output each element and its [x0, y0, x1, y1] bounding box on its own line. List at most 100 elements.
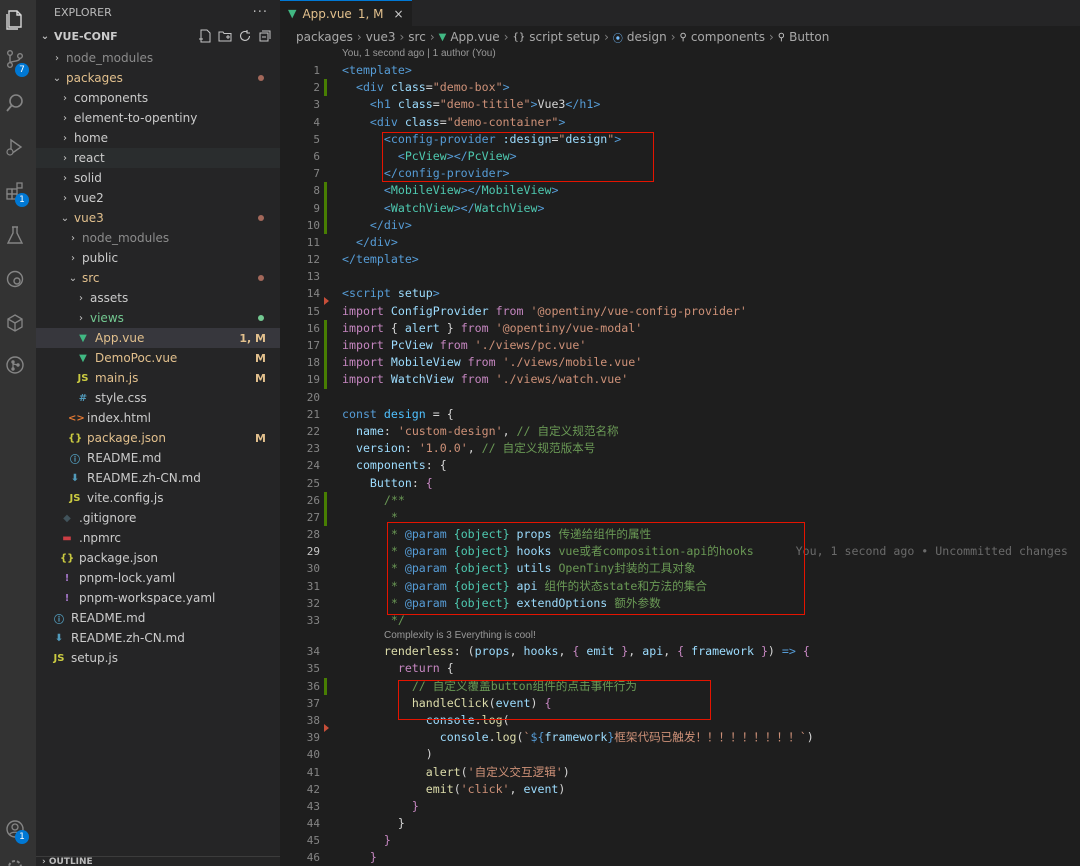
- tree-folder[interactable]: ⌄ vue3: [36, 208, 280, 228]
- tree-file[interactable]: {} package.json: [36, 548, 280, 568]
- chevron-right-icon: ›: [63, 112, 67, 124]
- code-line[interactable]: 4 <div class="demo-container">: [280, 114, 1080, 131]
- code-line[interactable]: 2 <div class="demo-box">: [280, 79, 1080, 97]
- tree-file[interactable]: ! pnpm-lock.yaml: [36, 568, 280, 588]
- breadcrumb-item[interactable]: components: [691, 30, 765, 44]
- git-graph-icon[interactable]: [4, 354, 26, 376]
- tree-folder[interactable]: › components: [36, 88, 280, 108]
- code-line[interactable]: 21 const design = {: [280, 406, 1080, 423]
- collapse-all-icon[interactable]: [258, 29, 272, 43]
- breadcrumb-item[interactable]: design: [627, 30, 667, 44]
- outline-section[interactable]: › OUTLINE: [36, 856, 280, 866]
- tree-file[interactable]: ⓘ README.md: [36, 448, 280, 468]
- line-number: 36: [306, 679, 320, 693]
- breadcrumb-item[interactable]: script setup: [529, 30, 600, 44]
- code-line[interactable]: 26 /**: [280, 491, 1080, 509]
- refresh-icon[interactable]: [238, 29, 252, 43]
- explorer-more-button[interactable]: ···: [253, 5, 268, 20]
- code-line[interactable]: 3 <h1 class="demo-titile">Vue3</h1>: [280, 96, 1080, 113]
- code-line[interactable]: 16 import { alert } from '@opentiny/vue-m…: [280, 319, 1080, 337]
- codelens-complexity[interactable]: Complexity is 3 Everything is cool!: [280, 629, 1080, 643]
- tree-folder[interactable]: › home: [36, 128, 280, 148]
- settings-gear-icon[interactable]: [4, 856, 26, 866]
- code-line[interactable]: 19 import WatchView from './views/watch.v…: [280, 371, 1080, 389]
- tree-folder[interactable]: › public: [36, 248, 280, 268]
- tree-file[interactable]: ! pnpm-workspace.yaml: [36, 588, 280, 608]
- gutter-modified-marker: [324, 677, 327, 695]
- code-line[interactable]: 17 import PcView from './views/pc.vue': [280, 337, 1080, 355]
- code-line[interactable]: 34 renderless: (props, hooks, { emit }, …: [280, 643, 1080, 660]
- tree-folder[interactable]: › react: [36, 148, 280, 168]
- code-line[interactable]: 12 </template>: [280, 251, 1080, 268]
- tree-folder[interactable]: › solid: [36, 168, 280, 188]
- tree-file[interactable]: JS setup.js: [36, 648, 280, 668]
- docker-icon[interactable]: [4, 312, 26, 334]
- code-line[interactable]: 8 <MobileView></MobileView>: [280, 182, 1080, 200]
- code-line[interactable]: 11 </div>: [280, 234, 1080, 251]
- tree-folder[interactable]: ⌄ src: [36, 268, 280, 288]
- close-icon[interactable]: ×: [393, 7, 403, 21]
- tree-file[interactable]: <> index.html: [36, 408, 280, 428]
- code-text: <WatchView></WatchView>: [383, 200, 545, 215]
- new-file-icon[interactable]: [198, 29, 212, 43]
- breadcrumb-item[interactable]: packages: [296, 30, 353, 44]
- search-icon[interactable]: [4, 92, 26, 114]
- code-line[interactable]: 41 alert('自定义交互逻辑'): [280, 764, 1080, 781]
- tree-folder[interactable]: › views: [36, 308, 280, 328]
- code-line[interactable]: 44 }: [280, 815, 1080, 832]
- breadcrumb-item[interactable]: App.vue: [450, 30, 499, 44]
- tree-folder[interactable]: › node_modules: [36, 228, 280, 248]
- tree-file[interactable]: JS main.js M: [36, 368, 280, 388]
- tab-app-vue[interactable]: ▼ App.vue 1, M ×: [280, 0, 412, 26]
- tree-file[interactable]: {} package.json M: [36, 428, 280, 448]
- tree-file[interactable]: ⬇ README.zh-CN.md: [36, 468, 280, 488]
- explorer-icon[interactable]: [4, 8, 26, 30]
- tree-file[interactable]: ⬇ README.zh-CN.md: [36, 628, 280, 648]
- code-line[interactable]: 25 Button: {: [280, 475, 1080, 492]
- remote-icon[interactable]: [4, 268, 26, 290]
- code-line[interactable]: 43 }: [280, 798, 1080, 815]
- code-view[interactable]: 1 <template> 2 <div class="demo-box"> 3 <h1…: [280, 62, 1080, 866]
- code-line[interactable]: 18 import MobileView from './views/mobile…: [280, 354, 1080, 372]
- code-line[interactable]: 23 version: '1.0.0', // 自定义规范版本号: [280, 440, 1080, 457]
- testing-icon[interactable]: [4, 224, 26, 246]
- tree-file[interactable]: JS vite.config.js: [36, 488, 280, 508]
- code-line[interactable]: 22 name: 'custom-design', // 自定义规范名称: [280, 423, 1080, 440]
- tree-file[interactable]: # style.css: [36, 388, 280, 408]
- tree-item-label: vue3: [74, 211, 104, 225]
- run-debug-icon[interactable]: [4, 136, 26, 158]
- code-line[interactable]: 24 components: {: [280, 457, 1080, 474]
- code-line[interactable]: 40 ): [280, 746, 1080, 763]
- code-line[interactable]: 42 emit('click', event): [280, 781, 1080, 798]
- code-text: ): [425, 747, 433, 762]
- code-line[interactable]: 14 <script setup>: [280, 285, 1080, 306]
- explorer-sidebar: EXPLORER ··· ⌄ VUE-CONF › node_modules ⌄ pa…: [36, 0, 280, 866]
- tree-file[interactable]: ▬ .npmrc: [36, 528, 280, 548]
- breadcrumb-item[interactable]: Button: [789, 30, 829, 44]
- chevron-right-icon: ›: [503, 30, 509, 44]
- new-folder-icon[interactable]: [218, 29, 232, 43]
- code-line[interactable]: 35 return {: [280, 660, 1080, 677]
- code-line[interactable]: 45 }: [280, 832, 1080, 849]
- code-line[interactable]: 1 <template>: [280, 62, 1080, 79]
- tree-folder[interactable]: › assets: [36, 288, 280, 308]
- code-line[interactable]: 20: [280, 389, 1080, 406]
- tree-file[interactable]: ▼ DemoPoc.vue M: [36, 348, 280, 368]
- breadcrumb-item[interactable]: src: [408, 30, 426, 44]
- tree-folder[interactable]: ⌄ packages: [36, 68, 280, 88]
- workspace-root[interactable]: ⌄ VUE-CONF: [36, 24, 280, 48]
- tree-file[interactable]: ⓘ README.md: [36, 608, 280, 628]
- breadcrumb-item[interactable]: vue3: [366, 30, 396, 44]
- code-line[interactable]: 10 </div>: [280, 216, 1080, 234]
- tree-file[interactable]: ▼ App.vue 1, M: [36, 328, 280, 348]
- tree-folder[interactable]: › node_modules: [36, 48, 280, 68]
- code-line[interactable]: 9 <WatchView></WatchView>: [280, 199, 1080, 217]
- tree-folder[interactable]: › element-to-opentiny: [36, 108, 280, 128]
- code-line[interactable]: 13: [280, 268, 1080, 285]
- tree-folder[interactable]: › vue2: [36, 188, 280, 208]
- code-line[interactable]: 15 import ConfigProvider from '@opentiny/…: [280, 303, 1080, 320]
- tab-bar: ▼ App.vue 1, M ×: [280, 0, 1080, 26]
- code-line[interactable]: 46 }: [280, 849, 1080, 866]
- code-line[interactable]: 39 console.log(`${framework}框架代码已触发！！！！！…: [280, 729, 1080, 746]
- tree-file[interactable]: ◆ .gitignore: [36, 508, 280, 528]
